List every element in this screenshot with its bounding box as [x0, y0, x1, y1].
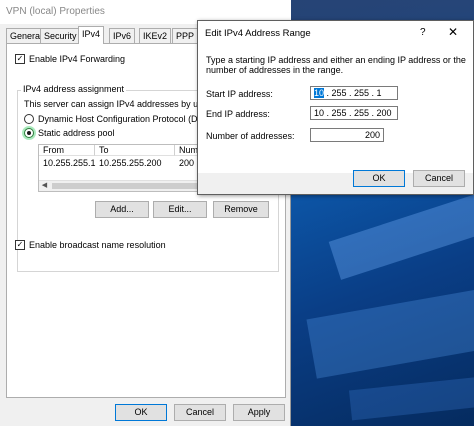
- tab-ppp[interactable]: PPP: [172, 28, 199, 43]
- end-ip-label: End IP address:: [206, 109, 270, 119]
- window-title: VPN (local) Properties: [6, 6, 105, 17]
- dialog-description: Type a starting IP address and either an…: [206, 55, 466, 75]
- group-title: IPv4 address assignment: [21, 84, 127, 94]
- light-ray: [348, 369, 474, 421]
- start-ip-first-octet: 10: [314, 88, 325, 98]
- edit-button[interactable]: Edit...: [153, 201, 207, 218]
- cancel-button[interactable]: Cancel: [174, 404, 226, 421]
- dhcp-radio[interactable]: [24, 114, 34, 124]
- checkmark-icon: ✓: [16, 54, 24, 63]
- chevron-left-icon[interactable]: ◀: [39, 181, 50, 191]
- address-count-label: Number of addresses:: [206, 131, 295, 141]
- apply-button[interactable]: Apply: [233, 404, 285, 421]
- cell-to: 10.255.255.200: [99, 158, 162, 168]
- dialog-cancel-button[interactable]: Cancel: [413, 170, 465, 187]
- end-ip-field[interactable]: 10 . 255 . 255 . 200: [310, 106, 398, 120]
- static-pool-label: Static address pool: [38, 128, 115, 138]
- ok-button[interactable]: OK: [115, 404, 167, 421]
- dhcp-label: Dynamic Host Configuration Protocol (DHC…: [38, 114, 220, 124]
- broadcast-label: Enable broadcast name resolution: [29, 240, 166, 250]
- help-icon[interactable]: ?: [420, 27, 426, 38]
- edit-range-dialog: Edit IPv4 Address Range ? ✕ Type a start…: [197, 20, 474, 195]
- start-ip-field[interactable]: 10 . 255 . 255 . 1: [310, 86, 398, 100]
- light-ray: [306, 281, 474, 379]
- static-pool-radio[interactable]: [24, 128, 34, 138]
- column-header-to[interactable]: To: [95, 145, 175, 156]
- close-icon[interactable]: ✕: [448, 25, 458, 39]
- start-ip-rest: . 255 . 255 . 1: [324, 88, 382, 98]
- tab-security[interactable]: Security: [40, 28, 81, 43]
- enable-forwarding-label: Enable IPv4 Forwarding: [29, 54, 126, 64]
- cell-from: 10.255.255.1: [43, 158, 96, 168]
- address-count-field[interactable]: 200: [310, 128, 384, 142]
- tab-ikev2[interactable]: IKEv2: [139, 28, 172, 43]
- broadcast-checkbox[interactable]: ✓: [15, 240, 25, 250]
- dialog-ok-button[interactable]: OK: [353, 170, 405, 187]
- start-ip-label: Start IP address:: [206, 89, 273, 99]
- dialog-titlebar: Edit IPv4 Address Range ? ✕: [198, 21, 473, 43]
- scrollbar-thumb[interactable]: [52, 183, 202, 189]
- dialog-title: Edit IPv4 Address Range: [205, 28, 311, 39]
- enable-forwarding-checkbox[interactable]: ✓: [15, 54, 25, 64]
- cell-number: 200: [179, 158, 195, 168]
- remove-button[interactable]: Remove: [213, 201, 269, 218]
- assign-text: This server can assign IPv4 addresses by…: [24, 99, 218, 109]
- dialog-body: Type a starting IP address and either an…: [198, 43, 473, 173]
- add-button[interactable]: Add...: [95, 201, 149, 218]
- column-header-from[interactable]: From: [39, 145, 95, 156]
- tab-ipv4[interactable]: IPv4: [78, 26, 105, 44]
- tab-ipv6[interactable]: IPv6: [109, 28, 136, 43]
- checkmark-icon: ✓: [16, 240, 24, 249]
